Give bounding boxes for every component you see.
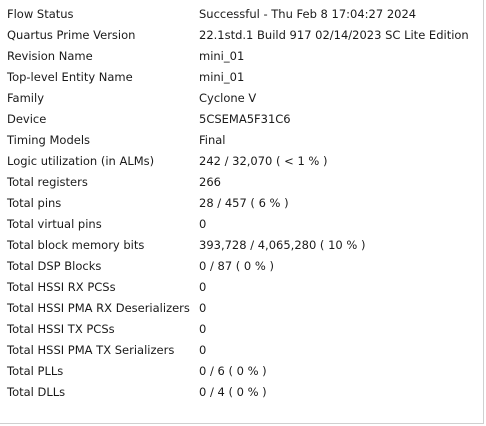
row-label: Timing Models xyxy=(7,133,91,147)
table-row[interactable]: Top-level Entity Name mini_01 xyxy=(0,67,483,88)
table-row[interactable]: Logic utilization (in ALMs) 242 / 32,070… xyxy=(0,151,483,172)
row-label: Logic utilization (in ALMs) xyxy=(7,154,155,168)
row-label: Total block memory bits xyxy=(7,238,145,252)
row-label: Total HSSI PMA TX Serializers xyxy=(7,343,175,357)
table-row[interactable]: Total HSSI TX PCSs 0 xyxy=(0,319,483,340)
row-label: Total registers xyxy=(7,175,88,189)
table-row[interactable]: Total pins 28 / 457 ( 6 % ) xyxy=(0,193,483,214)
row-value: 28 / 457 ( 6 % ) xyxy=(199,196,289,210)
table-row[interactable]: Total PLLs 0 / 6 ( 0 % ) xyxy=(0,361,483,382)
table-row[interactable]: Total DLLs 0 / 4 ( 0 % ) xyxy=(0,382,483,403)
row-label: Revision Name xyxy=(7,49,93,63)
row-label: Quartus Prime Version xyxy=(7,28,136,42)
row-value: 242 / 32,070 ( < 1 % ) xyxy=(199,154,328,168)
row-value: 0 xyxy=(199,301,207,315)
row-value: 0 xyxy=(199,217,207,231)
table-row[interactable]: Total registers 266 xyxy=(0,172,483,193)
row-label: Total virtual pins xyxy=(7,217,102,231)
table-row[interactable]: Total block memory bits 393,728 / 4,065,… xyxy=(0,235,483,256)
row-value: mini_01 xyxy=(199,49,245,63)
row-value: 0 / 87 ( 0 % ) xyxy=(199,259,274,273)
row-value: 0 / 4 ( 0 % ) xyxy=(199,385,267,399)
table-row[interactable]: Total HSSI PMA TX Serializers 0 xyxy=(0,340,483,361)
row-label: Total pins xyxy=(7,196,62,210)
row-value: 0 xyxy=(199,322,207,336)
row-label: Total HSSI RX PCSs xyxy=(7,280,116,294)
row-value: 22.1std.1 Build 917 02/14/2023 SC Lite E… xyxy=(199,28,469,42)
table-row[interactable]: Family Cyclone V xyxy=(0,88,483,109)
table-row[interactable]: Total DSP Blocks 0 / 87 ( 0 % ) xyxy=(0,256,483,277)
row-label: Flow Status xyxy=(7,7,74,21)
row-label: Total DLLs xyxy=(7,385,66,399)
row-label: Total PLLs xyxy=(7,364,64,378)
row-value: 0 / 6 ( 0 % ) xyxy=(199,364,267,378)
row-label: Total DSP Blocks xyxy=(7,259,102,273)
row-value: mini_01 xyxy=(199,70,245,84)
table-row[interactable]: Timing Models Final xyxy=(0,130,483,151)
row-value: 0 xyxy=(199,343,207,357)
row-value: 5CSEMA5F31C6 xyxy=(199,112,291,126)
row-label: Total HSSI PMA RX Deserializers xyxy=(7,301,190,315)
row-label: Device xyxy=(7,112,47,126)
table-row[interactable]: Total HSSI RX PCSs 0 xyxy=(0,277,483,298)
table-row[interactable]: Revision Name mini_01 xyxy=(0,46,483,67)
row-value: 266 xyxy=(199,175,221,189)
table-row[interactable]: Device 5CSEMA5F31C6 xyxy=(0,109,483,130)
row-label: Top-level Entity Name xyxy=(7,70,133,84)
row-label: Family xyxy=(7,91,45,105)
table-row[interactable]: Total HSSI PMA RX Deserializers 0 xyxy=(0,298,483,319)
table-row[interactable]: Quartus Prime Version 22.1std.1 Build 91… xyxy=(0,25,483,46)
table-row[interactable]: Total virtual pins 0 xyxy=(0,214,483,235)
row-value: Cyclone V xyxy=(199,91,257,105)
row-label: Total HSSI TX PCSs xyxy=(7,322,115,336)
row-value: Successful - Thu Feb 8 17:04:27 2024 xyxy=(199,7,417,21)
row-value: 0 xyxy=(199,280,207,294)
row-value: 393,728 / 4,065,280 ( 10 % ) xyxy=(199,238,366,252)
row-value: Final xyxy=(199,133,226,147)
flow-summary-table: Flow Status Successful - Thu Feb 8 17:04… xyxy=(0,0,484,424)
table-row[interactable]: Flow Status Successful - Thu Feb 8 17:04… xyxy=(0,4,483,25)
